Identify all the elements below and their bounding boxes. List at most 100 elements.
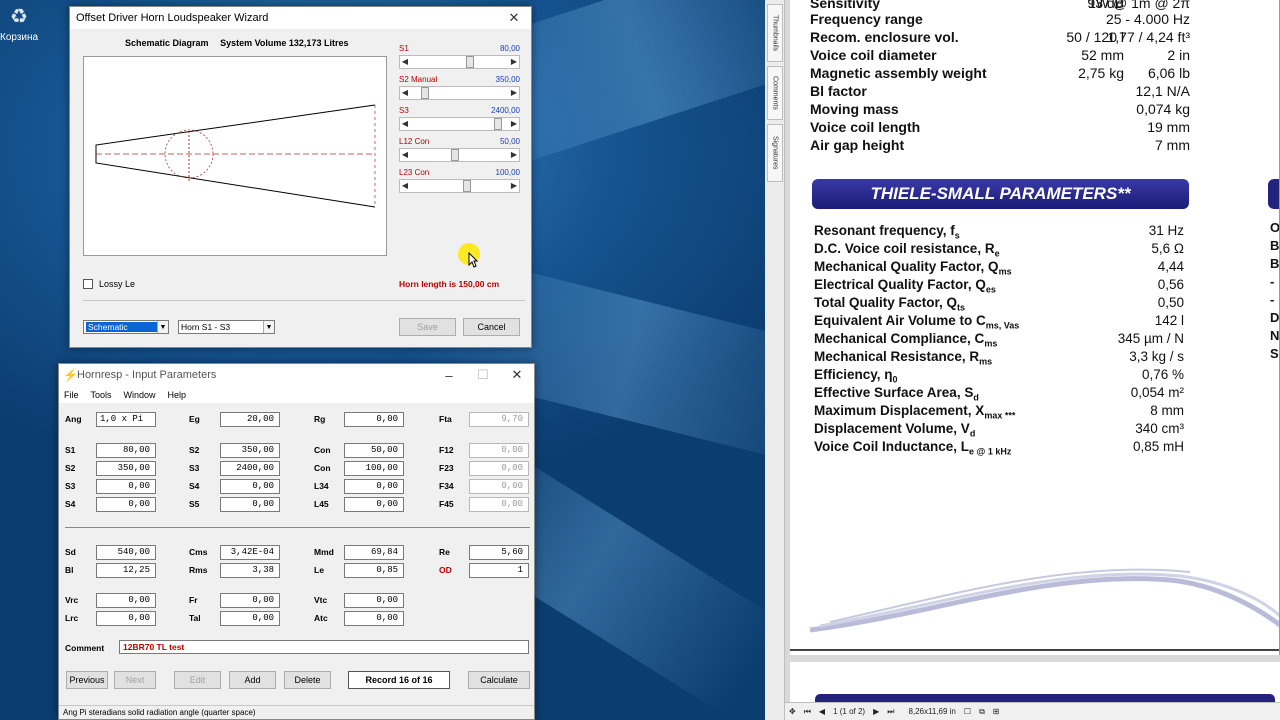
tab-thumbnails[interactable]: Thumbnails bbox=[767, 4, 783, 62]
param-input-s4[interactable]: 0,00 bbox=[220, 479, 280, 494]
param-input-s2[interactable]: 350,00 bbox=[220, 443, 280, 458]
param-input-s5[interactable]: 0,00 bbox=[220, 497, 280, 512]
view-combo[interactable]: Schematic ▼ bbox=[83, 320, 169, 334]
param-input-atc[interactable]: 0,00 bbox=[344, 611, 404, 626]
param-input-cms[interactable]: 3,42E-04 bbox=[220, 545, 280, 560]
minimize-icon[interactable]: – bbox=[432, 364, 466, 386]
save-button[interactable]: Save bbox=[399, 318, 456, 336]
next-button[interactable]: Next bbox=[114, 671, 156, 689]
cancel-button[interactable]: Cancel bbox=[463, 318, 520, 336]
page-indicator[interactable]: 1 (1 of 2) bbox=[833, 707, 865, 716]
arrow-left-icon[interactable]: ◀ bbox=[400, 149, 410, 161]
param-input-s4b[interactable]: 0,00 bbox=[96, 497, 156, 512]
add-button[interactable]: Add bbox=[229, 671, 276, 689]
horn-combo[interactable]: Horn S1 - S3 ▼ bbox=[178, 320, 275, 334]
maximize-icon[interactable]: ☐ bbox=[466, 364, 500, 386]
param-input-f23[interactable]: 0,00 bbox=[469, 461, 529, 476]
param-input-rg[interactable]: 0,00 bbox=[344, 412, 404, 427]
previous-button[interactable]: Previous bbox=[66, 671, 108, 689]
param-input-fr[interactable]: 0,00 bbox=[220, 593, 280, 608]
param-input-tal[interactable]: 0,00 bbox=[220, 611, 280, 626]
right-col-letter: B bbox=[1270, 238, 1280, 253]
param-input-od[interactable]: 1 bbox=[469, 563, 529, 578]
param-input-s3[interactable]: 2400,00 bbox=[220, 461, 280, 476]
last-page-icon[interactable]: ⏭ bbox=[887, 707, 894, 717]
right-col-letter: D bbox=[1270, 310, 1280, 325]
param-input-s2b[interactable]: 350,00 bbox=[96, 461, 156, 476]
wizard-titlebar[interactable]: Offset Driver Horn Loudspeaker Wizard ✕ bbox=[70, 7, 531, 29]
param-input-le[interactable]: 0,85 bbox=[344, 563, 404, 578]
arrow-right-icon[interactable]: ▶ bbox=[509, 149, 519, 161]
param-label-con2: Con bbox=[314, 463, 331, 473]
arrow-left-icon[interactable]: ◀ bbox=[400, 118, 410, 130]
param-input-vtc[interactable]: 0,00 bbox=[344, 593, 404, 608]
fit-icon[interactable]: ✥ bbox=[789, 707, 796, 716]
param-input-vrc[interactable]: 0,00 bbox=[96, 593, 156, 608]
arrow-right-icon[interactable]: ▶ bbox=[509, 118, 519, 130]
close-icon[interactable]: ✕ bbox=[500, 364, 534, 386]
tab-comments[interactable]: Comments bbox=[767, 66, 783, 120]
slider-track[interactable]: ◀ ▶ bbox=[399, 179, 520, 193]
param-input-ang[interactable]: 1,0 x Pi bbox=[96, 412, 156, 427]
arrow-right-icon[interactable]: ▶ bbox=[509, 56, 519, 68]
param-input-s3b[interactable]: 0,00 bbox=[96, 479, 156, 494]
param-input-f45[interactable]: 0,00 bbox=[469, 497, 529, 512]
slider-thumb[interactable] bbox=[466, 56, 475, 68]
slider-thumb[interactable] bbox=[420, 87, 429, 99]
spec-value: 0,074 kg bbox=[1136, 101, 1190, 117]
prev-page-icon[interactable]: ◀ bbox=[819, 707, 825, 716]
slider-thumb[interactable] bbox=[450, 149, 459, 161]
chevron-down-icon[interactable]: ▼ bbox=[157, 321, 168, 333]
param-input-mmd[interactable]: 69,84 bbox=[344, 545, 404, 560]
delete-button[interactable]: Delete bbox=[284, 671, 331, 689]
param-input-eg[interactable]: 20,00 bbox=[220, 412, 280, 427]
param-input-s1[interactable]: 80,00 bbox=[96, 443, 156, 458]
next-page-icon[interactable]: ▶ bbox=[873, 707, 879, 716]
menu-tools[interactable]: Tools bbox=[91, 390, 112, 400]
param-input-l45[interactable]: 0,00 bbox=[344, 497, 404, 512]
slider-track[interactable]: ◀ ▶ bbox=[399, 148, 520, 162]
slider-thumb[interactable] bbox=[462, 180, 471, 192]
slider-value: 80,00 bbox=[499, 44, 520, 53]
slider-label: S2 Manual bbox=[399, 75, 438, 84]
lossy-le-label: Lossy Le bbox=[99, 279, 136, 289]
slider-thumb[interactable] bbox=[493, 118, 502, 130]
param-input-l34[interactable]: 0,00 bbox=[344, 479, 404, 494]
arrow-right-icon[interactable]: ▶ bbox=[509, 87, 519, 99]
arrow-left-icon[interactable]: ◀ bbox=[400, 87, 410, 99]
close-icon[interactable]: ✕ bbox=[497, 7, 531, 29]
slider-track[interactable]: ◀ ▶ bbox=[399, 117, 520, 131]
single-page-icon[interactable]: ☐ bbox=[964, 707, 971, 716]
calculate-button[interactable]: Calculate bbox=[468, 671, 530, 689]
menu-help[interactable]: Help bbox=[168, 390, 187, 400]
menu-window[interactable]: Window bbox=[124, 390, 156, 400]
two-page-icon[interactable]: ⊞ bbox=[993, 707, 1000, 716]
comment-field[interactable]: 12BR70 TL test bbox=[119, 640, 529, 654]
arrow-right-icon[interactable]: ▶ bbox=[509, 180, 519, 192]
first-page-icon[interactable]: ⏮ bbox=[804, 707, 811, 717]
param-input-bl[interactable]: 12,25 bbox=[96, 563, 156, 578]
param-input-rms[interactable]: 3,38 bbox=[220, 563, 280, 578]
slider-track[interactable]: ◀ ▶ bbox=[399, 55, 520, 69]
continuous-icon[interactable]: ⧉ bbox=[979, 707, 985, 717]
param-input-fta[interactable]: 9,70 bbox=[469, 412, 529, 427]
chevron-down-icon[interactable]: ▼ bbox=[263, 321, 274, 333]
param-input-sd[interactable]: 540,00 bbox=[96, 545, 156, 560]
hornresp-titlebar[interactable]: ⚡ Hornresp - Input Parameters – ☐ ✕ bbox=[59, 364, 534, 386]
param-input-f12[interactable]: 0,00 bbox=[469, 443, 529, 458]
param-input-re[interactable]: 5,60 bbox=[469, 545, 529, 560]
slider-track[interactable]: ◀ ▶ bbox=[399, 86, 520, 100]
menu-file[interactable]: File bbox=[64, 390, 79, 400]
param-input-con1[interactable]: 50,00 bbox=[344, 443, 404, 458]
param-input-con2[interactable]: 100,00 bbox=[344, 461, 404, 476]
param-input-f34[interactable]: 0,00 bbox=[469, 479, 529, 494]
lossy-le-checkbox[interactable]: Lossy Le bbox=[83, 279, 135, 289]
ts-value: 8 mm bbox=[1150, 403, 1184, 418]
arrow-left-icon[interactable]: ◀ bbox=[400, 180, 410, 192]
recycle-bin-shortcut[interactable]: ♻ Корзина bbox=[0, 0, 38, 44]
tab-signatures[interactable]: Signatures bbox=[767, 124, 783, 182]
param-input-lrc[interactable]: 0,00 bbox=[96, 611, 156, 626]
arrow-left-icon[interactable]: ◀ bbox=[400, 56, 410, 68]
checkbox-box[interactable] bbox=[83, 279, 93, 289]
edit-button[interactable]: Edit bbox=[174, 671, 221, 689]
